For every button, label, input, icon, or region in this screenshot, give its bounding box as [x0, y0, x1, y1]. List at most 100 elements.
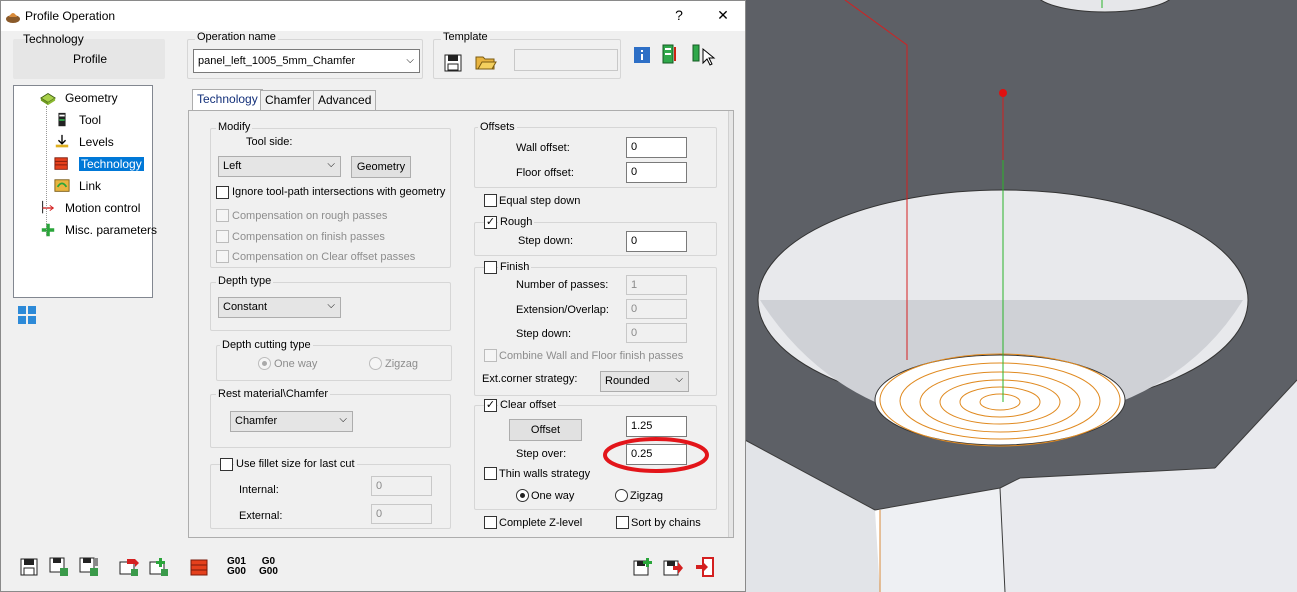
save-and-calculate-icon[interactable] [49, 557, 69, 577]
clear-offset-value-field[interactable]: 1.25 [626, 416, 687, 437]
tree-item-misc-parameters[interactable]: Misc. parameters [14, 221, 157, 239]
rough-step-down-label: Step down: [518, 235, 574, 247]
finish-passes-field[interactable]: 1 [626, 275, 687, 295]
complete-z-level-checkbox[interactable] [484, 516, 497, 529]
close-button[interactable]: ✕ [713, 7, 733, 24]
tab-chamfer[interactable]: Chamfer [260, 90, 317, 110]
tab-technology[interactable]: Technology [192, 89, 263, 111]
profile-operation-dialog: Profile Operation ? ✕ Technology Profile… [0, 0, 746, 592]
comp-finish-checkbox[interactable] [216, 230, 229, 243]
step-over-label: Step over: [516, 448, 567, 460]
gcode-g00-button[interactable]: G0 G00 [259, 557, 278, 577]
tool-library-icon[interactable] [661, 43, 683, 65]
exit-icon[interactable] [695, 557, 715, 577]
save-template-icon[interactable] [444, 54, 462, 72]
graphics-viewport[interactable] [744, 0, 1297, 592]
stock-icon[interactable] [189, 557, 209, 577]
wall-offset-field[interactable]: 0 [626, 137, 687, 158]
comp-finish-label: Compensation on finish passes [232, 231, 385, 243]
clear-zigzag-radio[interactable] [615, 489, 628, 502]
rough-step-down-field[interactable]: 0 [626, 231, 687, 252]
floor-offset-field[interactable]: 0 [626, 162, 687, 183]
ignore-intersections-label: Ignore tool-path intersections with geom… [232, 186, 446, 198]
combine-finish-checkbox[interactable] [484, 349, 497, 362]
tree-item-label: Technology [79, 157, 144, 171]
app-icon [6, 13, 20, 23]
clear-offset-checkbox[interactable]: ✓ [484, 399, 497, 412]
thin-walls-checkbox[interactable] [484, 467, 497, 480]
fillet-external-field[interactable]: 0 [371, 504, 432, 524]
geometry-icon [40, 93, 56, 106]
highlight-ellipse [603, 437, 709, 473]
clear-one-way-radio[interactable] [516, 489, 529, 502]
tab-advanced[interactable]: Advanced [313, 90, 377, 110]
rough-label: Rough [498, 216, 535, 228]
tile-view-icon[interactable] [17, 305, 37, 328]
complete-z-level-label: Complete Z-level [499, 517, 583, 529]
gcode-g01-button[interactable]: G01 G00 [227, 557, 246, 577]
finish-label: Finish [498, 261, 532, 273]
tool-side-select[interactable]: Left ⌵ [218, 156, 341, 177]
tree-item-label: Levels [79, 135, 114, 149]
ignore-intersections-checkbox[interactable] [216, 186, 229, 199]
clear-zigzag-label: Zigzag [630, 490, 664, 502]
chevron-down-icon: ⌵ [406, 55, 414, 66]
clear-offset-label: Clear offset [498, 399, 559, 411]
depth-type-label: Depth type [216, 275, 274, 287]
finish-checkbox[interactable] [484, 261, 497, 274]
link-icon [54, 179, 70, 192]
tree-item-label: Tool [79, 113, 102, 127]
chevron-down-icon: ⌵ [327, 159, 335, 170]
template-name-field[interactable] [514, 49, 618, 71]
tree-item-technology[interactable]: Technology [14, 155, 152, 173]
depth-zigzag-label: Zigzag [385, 358, 419, 370]
rest-material-select[interactable]: Chamfer ⌵ [230, 411, 353, 432]
offset-button[interactable]: Offset [509, 419, 582, 441]
finish-step-down-field[interactable]: 0 [626, 323, 687, 343]
save-add-icon[interactable] [633, 557, 653, 577]
comp-clear-checkbox[interactable] [216, 250, 229, 263]
finish-extension-label: Extension/Overlap: [516, 304, 609, 316]
save-icon[interactable] [19, 557, 39, 577]
technology-box-label: Technology [23, 32, 84, 46]
chevron-down-icon: ⌵ [327, 300, 335, 311]
depth-one-way-label: One way [274, 358, 318, 370]
operation-name-combo[interactable]: panel_left_1005_5mm_Chamfer ⌵ [193, 49, 420, 73]
help-button[interactable]: ? [669, 7, 689, 23]
add-export-icon[interactable] [149, 557, 169, 577]
tree-item-levels[interactable]: Levels [14, 133, 152, 151]
tree-item-link[interactable]: Link [14, 177, 152, 195]
geometry-button[interactable]: Geometry [351, 156, 411, 178]
info-icon[interactable] [634, 47, 650, 63]
finish-extension-field[interactable]: 0 [626, 299, 687, 319]
equal-step-down-checkbox[interactable] [484, 194, 497, 207]
title-bar[interactable]: Profile Operation ? ✕ [1, 1, 745, 31]
misc-parameters-icon [41, 223, 55, 237]
depth-type-select[interactable]: Constant ⌵ [218, 297, 341, 318]
floor-offset-label: Floor offset: [516, 167, 574, 179]
tool-pointer-icon[interactable] [691, 43, 717, 67]
rough-checkbox[interactable]: ✓ [484, 216, 497, 229]
panel-scrollbar[interactable] [728, 111, 733, 537]
use-fillet-checkbox[interactable] [220, 458, 233, 471]
chevron-down-icon: ⌵ [339, 414, 347, 425]
ext-corner-select[interactable]: Rounded ⌵ [600, 371, 689, 392]
comp-rough-checkbox[interactable] [216, 209, 229, 222]
modify-label: Modify [216, 121, 253, 133]
sort-by-chains-checkbox[interactable] [616, 516, 629, 529]
depth-cutting-label: Depth cutting type [220, 339, 313, 351]
depth-zigzag-radio[interactable] [369, 357, 382, 370]
export-icon[interactable] [119, 557, 139, 577]
depth-one-way-radio[interactable] [258, 357, 271, 370]
fillet-internal-field[interactable]: 0 [371, 476, 432, 496]
open-template-icon[interactable] [475, 53, 497, 71]
levels-icon [55, 134, 69, 148]
tree-item-motion-control[interactable]: Motion control [14, 199, 152, 217]
finish-step-down-label: Step down: [516, 328, 572, 340]
tree-item-tool[interactable]: Tool [14, 111, 152, 129]
tree-item-geometry[interactable]: Geometry [14, 89, 152, 107]
offsets-label: Offsets [478, 121, 517, 133]
save-next-icon[interactable] [663, 557, 683, 577]
save-all-icon[interactable] [79, 557, 99, 577]
operation-tree[interactable]: Geometry Tool Levels Technology Link Motion c… [13, 85, 157, 298]
